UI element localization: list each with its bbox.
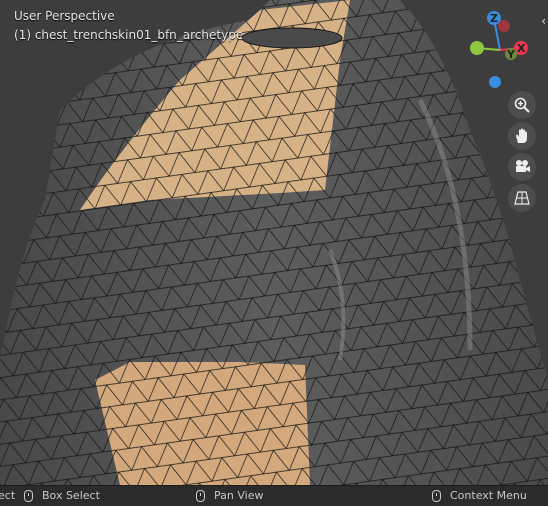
box-select-label: Box Select: [42, 489, 100, 502]
3d-viewport[interactable]: User Perspective (1) chest_trenchskin01_…: [0, 0, 548, 485]
lower-skin-panel: [95, 362, 310, 485]
camera-view-button[interactable]: [508, 153, 536, 181]
mouse-left-icon: [24, 489, 33, 502]
status-box-select: Box Select: [24, 489, 100, 502]
perspective-toggle-button[interactable]: [508, 184, 536, 212]
camera-icon: [516, 160, 530, 172]
context-menu-label: Context Menu: [450, 489, 527, 502]
collar-ring: [241, 27, 343, 49]
status-context-menu: Context Menu: [432, 489, 527, 502]
active-object-label: (1) chest_trenchskin01_bfn_archetype: [14, 28, 244, 42]
perspective-grid-icon: [514, 191, 530, 205]
zoom-button[interactable]: [508, 91, 536, 119]
gizmo-y-label: Y: [506, 48, 516, 61]
gizmo-neg-x-axis[interactable]: [498, 20, 510, 32]
pan-view-label: Pan View: [214, 489, 264, 502]
sidebar-toggle-icon[interactable]: ‹: [541, 14, 546, 28]
view-name-label: User Perspective: [14, 9, 115, 23]
navigation-gizmo[interactable]: Z X Y: [458, 8, 538, 92]
gizmo-y-axis[interactable]: [470, 41, 484, 55]
status-pan-view: Pan View: [196, 489, 263, 502]
zoom-icon: [514, 97, 530, 113]
status-bar: ect Box Select Pan View Context Menu: [0, 485, 548, 506]
gizmo-z-label: Z: [490, 12, 498, 25]
pan-button[interactable]: [508, 122, 536, 150]
status-select-partial: ect: [0, 489, 16, 502]
pan-hand-icon: [516, 128, 527, 143]
mouse-right-icon: [432, 489, 441, 502]
mouse-middle-icon: [196, 489, 205, 502]
gizmo-x-label: X: [517, 42, 526, 55]
gizmo-neg-z-axis[interactable]: [489, 76, 501, 88]
